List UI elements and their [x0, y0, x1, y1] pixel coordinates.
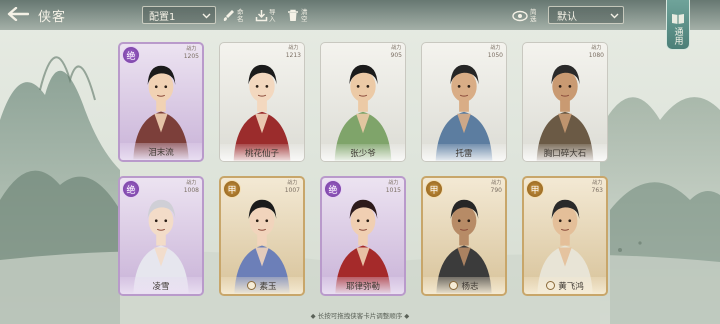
power-number: 905	[390, 52, 402, 59]
book-icon	[672, 14, 684, 24]
back-button[interactable]	[4, 3, 32, 25]
power-value: 战力 1050	[488, 45, 503, 59]
power-value: 战力 1008	[184, 180, 199, 194]
hero-card[interactable]: 战力 1080 胸口碎大石	[522, 42, 608, 162]
sort-value: 默认	[557, 11, 577, 23]
hero-card[interactable]: 甲 战力 1007 素玉	[219, 176, 305, 296]
preset-value: 配置1	[149, 11, 176, 23]
tier-badge: 甲	[425, 180, 443, 198]
filter-label: 简选	[530, 7, 537, 23]
tier-badge: 绝	[324, 180, 342, 198]
hero-name: 耶律弥勒	[345, 281, 380, 292]
hero-card[interactable]: 绝 战力 1205 泪末流	[118, 42, 204, 162]
sort-select[interactable]: 默认	[548, 6, 624, 24]
hero-name-bar: 黄飞鸿	[524, 277, 606, 294]
power-number: 1015	[385, 187, 401, 194]
power-number: 1213	[285, 52, 301, 59]
power-value: 战力 1205	[184, 46, 199, 60]
power-number: 1050	[487, 52, 503, 59]
top-bar: 侠客 配置1 命名 导入 清空 简选 默认	[0, 0, 720, 30]
general-tab-button[interactable]: 通用	[666, 0, 690, 50]
filter-button[interactable]: 简选	[512, 6, 542, 25]
hero-name-bar: 托雷	[422, 144, 506, 161]
brush-icon	[222, 9, 236, 23]
download-icon	[254, 9, 268, 23]
power-value: 战力 905	[391, 45, 402, 59]
hero-card[interactable]: 战力 1213 桃花仙子	[219, 42, 305, 162]
power-value: 战力 1080	[589, 45, 604, 59]
power-value: 战力 763	[592, 180, 603, 194]
power-number: 1205	[183, 53, 199, 60]
power-number: 1080	[588, 52, 604, 59]
power-label: 战力	[287, 180, 298, 186]
power-label: 战力	[592, 180, 603, 186]
trash-icon	[286, 9, 300, 23]
hero-name-bar: 素玉	[221, 277, 303, 294]
hero-name-bar: 杨志	[423, 277, 505, 294]
power-value: 战力 790	[491, 180, 502, 194]
power-label: 战力	[391, 45, 402, 51]
hero-name: 托雷	[455, 148, 473, 159]
general-tab-label: 通用	[672, 27, 683, 45]
chevron-down-icon	[610, 13, 619, 19]
rename-button[interactable]: 命名	[222, 5, 245, 26]
chevron-down-icon	[202, 13, 211, 19]
import-label: 导入	[269, 7, 276, 23]
tier-badge: 绝	[122, 46, 140, 64]
tier-badge: 绝	[122, 180, 140, 198]
hero-name-bar: 凌雪	[120, 277, 202, 294]
clear-label: 清空	[301, 7, 308, 23]
hero-name: 泪末流	[148, 147, 174, 158]
power-label: 战力	[490, 45, 501, 51]
hero-name: 胸口碎大石	[543, 148, 587, 159]
hero-card[interactable]: 甲 战力 763 黄飞鸿	[522, 176, 608, 296]
tier-badge: 甲	[526, 180, 544, 198]
hero-name-bar: 桃花仙子	[220, 144, 304, 161]
hero-name-bar: 耶律弥勒	[322, 277, 404, 294]
faction-icon	[247, 281, 257, 290]
power-number: 790	[490, 187, 502, 194]
hero-name: 素玉	[259, 281, 277, 292]
power-label: 战力	[388, 180, 399, 186]
hero-name: 杨志	[461, 281, 479, 292]
faction-icon	[546, 281, 556, 290]
clear-button[interactable]: 清空	[286, 5, 309, 26]
hero-card[interactable]: 甲 战力 790 杨志	[421, 176, 507, 296]
hero-name: 张少爷	[350, 148, 376, 159]
hero-card[interactable]: 绝 战力 1015 耶律弥勒	[320, 176, 406, 296]
faction-icon	[449, 281, 459, 290]
hero-card[interactable]: 战力 905 张少爷	[320, 42, 406, 162]
power-value: 战力 1213	[286, 45, 301, 59]
rename-label: 命名	[237, 7, 244, 23]
hero-name-bar: 胸口碎大石	[523, 144, 607, 161]
hero-name: 凌雪	[152, 281, 170, 292]
hero-card[interactable]: 绝 战力 1008 凌雪	[118, 176, 204, 296]
preset-select[interactable]: 配置1	[142, 6, 216, 24]
power-value: 战力 1007	[285, 180, 300, 194]
power-label: 战力	[591, 45, 602, 51]
power-label: 战力	[288, 45, 299, 51]
hero-name-bar: 张少爷	[321, 144, 405, 161]
power-label: 战力	[491, 180, 502, 186]
hero-name-bar: 泪末流	[120, 143, 202, 160]
drag-hint: ◆ 长按可拖拽侠客卡片调整顺序 ◆	[310, 312, 410, 320]
power-label: 战力	[186, 46, 197, 52]
hero-name: 桃花仙子	[244, 148, 279, 159]
hero-name: 黄飞鸿	[558, 281, 584, 292]
arrow-left-icon	[7, 7, 29, 21]
page-title: 侠客	[38, 10, 67, 25]
power-value: 战力 1015	[386, 180, 401, 194]
power-number: 1007	[284, 187, 300, 194]
tier-badge: 甲	[223, 180, 241, 198]
import-button[interactable]: 导入	[254, 5, 277, 26]
eye-icon	[512, 10, 528, 21]
hero-card[interactable]: 战力 1050 托雷	[421, 42, 507, 162]
power-number: 763	[591, 187, 603, 194]
power-number: 1008	[183, 187, 199, 194]
power-label: 战力	[186, 180, 197, 186]
